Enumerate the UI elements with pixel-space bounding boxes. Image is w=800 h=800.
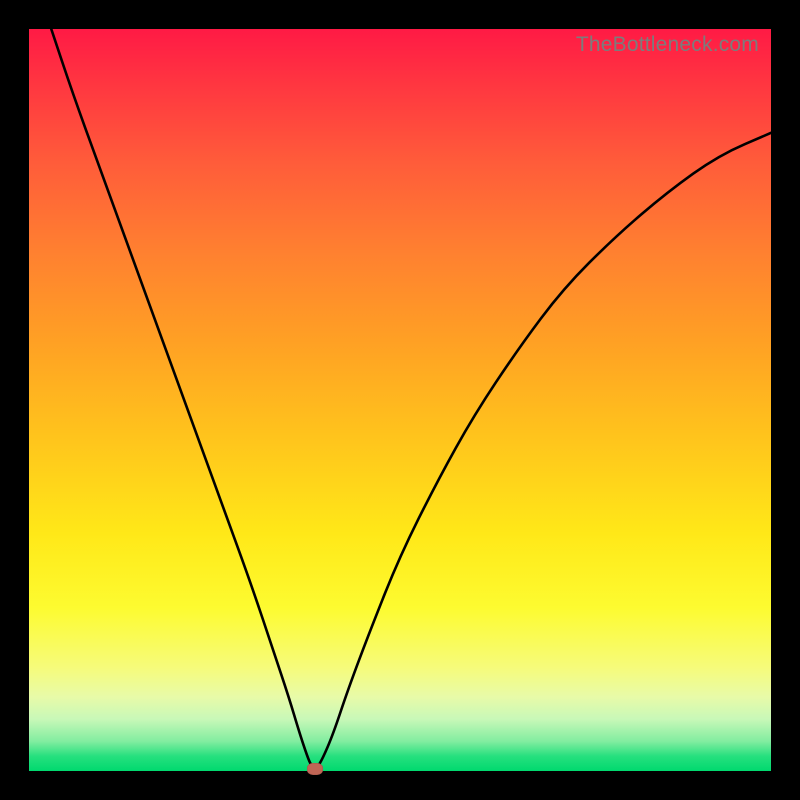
chart-frame: TheBottleneck.com [0, 0, 800, 800]
optimal-point-marker [307, 763, 323, 775]
bottleneck-curve [51, 29, 771, 769]
watermark-text: TheBottleneck.com [576, 33, 759, 57]
curve-layer [29, 29, 771, 771]
plot-area: TheBottleneck.com [29, 29, 771, 771]
